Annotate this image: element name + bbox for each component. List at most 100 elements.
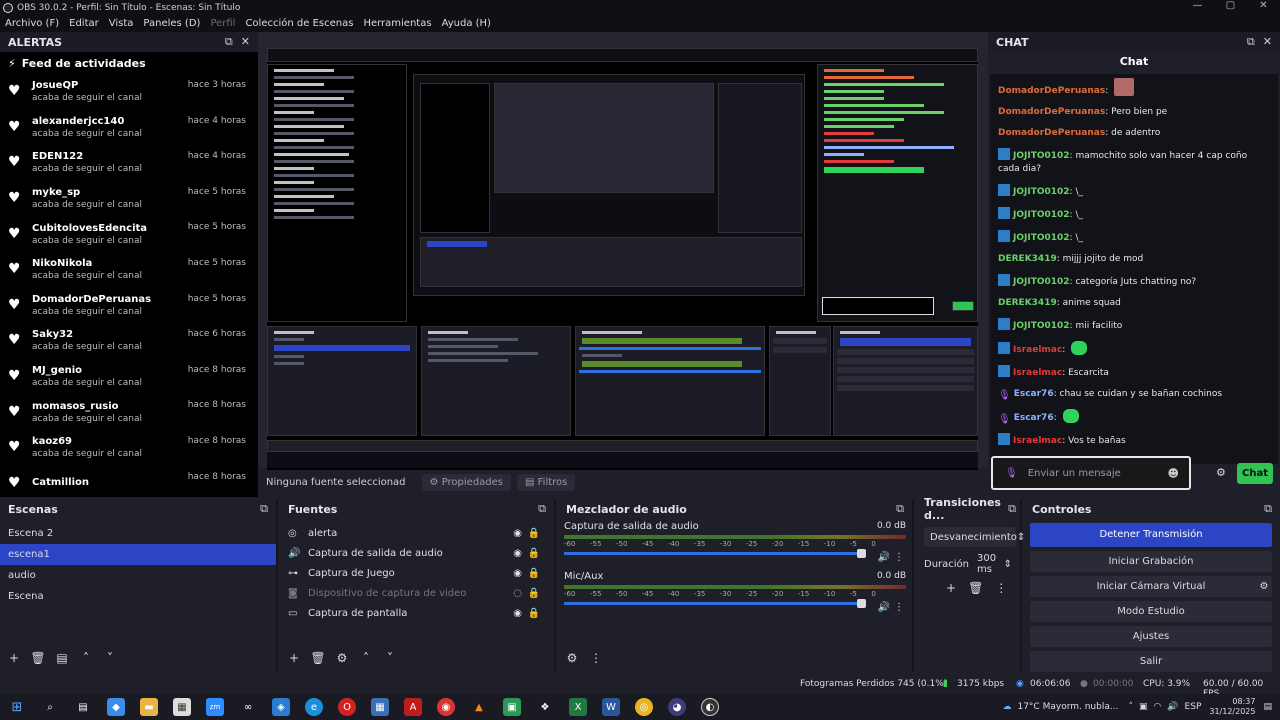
gear-icon[interactable]: ⚙ — [334, 651, 350, 665]
transition-select[interactable]: Desvanecimiento ⇕ — [924, 527, 1025, 547]
opera-icon[interactable]: O — [338, 698, 356, 716]
source-item[interactable]: 🔊 Captura de salida de audio ◉ 🔒 — [280, 543, 554, 563]
gear-icon[interactable]: ⚙ — [1254, 576, 1274, 597]
control-button[interactable]: Modo Estudio — [1030, 601, 1272, 622]
image-viewer-icon[interactable]: ▣ — [503, 698, 521, 716]
close-dock-icon[interactable]: ✕ — [1263, 35, 1272, 49]
speaker-icon[interactable]: 🔊 — [878, 552, 890, 563]
tray-app-icon[interactable]: ▣ — [1139, 702, 1148, 712]
menu-item[interactable]: Archivo (F) — [0, 18, 64, 29]
scene-item[interactable]: Escena — [0, 586, 276, 607]
lock-icon[interactable]: 🔒 — [528, 568, 540, 579]
lock-icon[interactable]: 🔒 — [528, 528, 540, 539]
app-icon[interactable]: ◈ — [272, 698, 290, 716]
language-indicator[interactable]: ESP — [1185, 702, 1202, 712]
close-window-button[interactable]: ✕ — [1247, 0, 1280, 11]
volume-knob[interactable] — [857, 549, 866, 558]
copilot-icon[interactable]: ◆ — [107, 698, 125, 716]
lock-icon[interactable]: 🔒 — [528, 608, 540, 619]
scene-item[interactable]: Escena 2 — [0, 523, 276, 544]
more-icon[interactable]: ⋮ — [894, 602, 904, 613]
source-item[interactable]: ▭ Captura de pantalla ◉ 🔒 — [280, 603, 554, 623]
scene-item[interactable]: audio — [0, 565, 276, 586]
chevron-down-icon[interactable]: ˅ — [102, 651, 118, 665]
menu-item[interactable]: Editar — [64, 18, 104, 29]
filter-icon[interactable]: ▤ — [54, 651, 70, 665]
trash-icon[interactable]: 🗑 — [968, 581, 983, 595]
duration-input[interactable]: 300 ms — [977, 553, 998, 575]
float-dock-icon[interactable]: ⧉ — [225, 35, 233, 49]
add-icon[interactable]: + — [6, 651, 22, 665]
float-dock-icon[interactable]: ⧉ — [260, 502, 268, 516]
wifi-icon[interactable]: ◠ — [1153, 702, 1161, 712]
properties-button[interactable]: ⚙ Propiedades — [421, 474, 512, 491]
notification-icon[interactable]: ▤ — [1263, 702, 1272, 712]
volume-knob[interactable] — [857, 599, 866, 608]
control-button[interactable]: Detener Transmisión — [1030, 523, 1272, 547]
source-item[interactable]: ⊶ Captura de Juego ◉ 🔒 — [280, 563, 554, 583]
vlc-icon[interactable]: ▲ — [470, 698, 488, 716]
source-item[interactable]: ◙ Dispositivo de captura de video ◌ 🔒 — [280, 583, 554, 603]
lock-icon[interactable]: 🔒 — [528, 548, 540, 559]
edge-icon[interactable]: e — [305, 698, 323, 716]
preview-canvas[interactable] — [267, 48, 978, 488]
clock[interactable]: 08:37 31/12/2025 — [1209, 697, 1255, 717]
float-dock-icon[interactable]: ⧉ — [896, 502, 904, 516]
add-icon[interactable]: + — [946, 581, 956, 595]
chevron-down-icon[interactable]: ˅ — [382, 651, 398, 665]
eye-icon[interactable]: ◉ — [513, 608, 522, 619]
volume-slider[interactable] — [564, 599, 866, 608]
chat-send-button[interactable]: Chat — [1237, 463, 1273, 484]
menu-item[interactable]: Perfil — [205, 18, 240, 29]
more-icon[interactable]: ⋮ — [995, 581, 1007, 595]
volume-icon[interactable]: 🔊 — [1167, 702, 1178, 712]
add-icon[interactable]: + — [286, 651, 302, 665]
menu-item[interactable]: Vista — [104, 18, 139, 29]
windows-start-icon[interactable]: ⊞ — [8, 698, 26, 716]
task-view-icon[interactable]: ▤ — [74, 698, 92, 716]
dropbox-icon[interactable]: ❖ — [536, 698, 554, 716]
eye-icon[interactable]: ◉ — [513, 568, 522, 579]
menu-item[interactable]: Ayuda (H) — [437, 18, 496, 29]
emote-picker-icon[interactable]: ☻ — [1168, 467, 1179, 480]
mixer-settings-icon[interactable]: ⚙ — [564, 651, 580, 665]
eye-icon[interactable]: ◉ — [513, 548, 522, 559]
store-icon[interactable]: ▦ — [173, 698, 191, 716]
control-button[interactable]: Salir — [1030, 651, 1272, 672]
menu-item[interactable]: Colección de Escenas — [240, 18, 358, 29]
app-red-icon[interactable]: ◉ — [437, 698, 455, 716]
control-button[interactable]: Iniciar Grabación — [1030, 551, 1272, 572]
control-button[interactable]: Iniciar Cámara Virtual ⚙ — [1030, 576, 1272, 597]
obs-taskbar-icon[interactable]: ◐ — [701, 698, 719, 716]
menu-item[interactable]: Paneles (D) — [138, 18, 205, 29]
acrobat-icon[interactable]: A — [404, 698, 422, 716]
float-dock-icon[interactable]: ⧉ — [1008, 502, 1016, 516]
volume-slider[interactable] — [564, 549, 866, 558]
infinity-icon[interactable]: ∞ — [239, 698, 257, 716]
source-item[interactable]: ◎ alerta ◉ 🔒 — [280, 523, 554, 543]
eye-icon[interactable]: ◌ — [513, 588, 522, 599]
trash-icon[interactable]: 🗑 — [30, 651, 46, 665]
float-dock-icon[interactable]: ⧉ — [538, 502, 546, 516]
excel-icon[interactable]: X — [569, 698, 587, 716]
chat-settings-icon[interactable]: ⚙ — [1216, 466, 1226, 479]
control-button[interactable]: Ajustes — [1030, 626, 1272, 647]
maximize-button[interactable]: ▢ — [1214, 0, 1247, 11]
preview-area[interactable] — [258, 32, 988, 488]
speaker-icon[interactable]: 🔊 — [878, 602, 890, 613]
chevron-up-icon[interactable]: ˄ — [78, 651, 94, 665]
lock-icon[interactable]: 🔒 — [528, 588, 540, 599]
chrome-icon[interactable]: ◎ — [635, 698, 653, 716]
more-icon[interactable]: ⋮ — [894, 552, 904, 563]
chevron-up-icon[interactable]: ˄ — [358, 651, 374, 665]
close-dock-icon[interactable]: ✕ — [241, 35, 250, 49]
eye-icon[interactable]: ◉ — [513, 528, 522, 539]
more-icon[interactable]: ⋮ — [588, 651, 604, 665]
zoom-icon[interactable]: zm — [206, 698, 224, 716]
float-dock-icon[interactable]: ⧉ — [1264, 502, 1272, 516]
float-dock-icon[interactable]: ⧉ — [1247, 35, 1255, 49]
minimize-button[interactable]: — — [1181, 0, 1214, 11]
calculator-icon[interactable]: ▦ — [371, 698, 389, 716]
weather-text[interactable]: 17°C Mayorm. nubla... — [1017, 702, 1118, 712]
chat-input[interactable]: 🎙 Enviar un mensaje ☻ — [991, 456, 1191, 490]
